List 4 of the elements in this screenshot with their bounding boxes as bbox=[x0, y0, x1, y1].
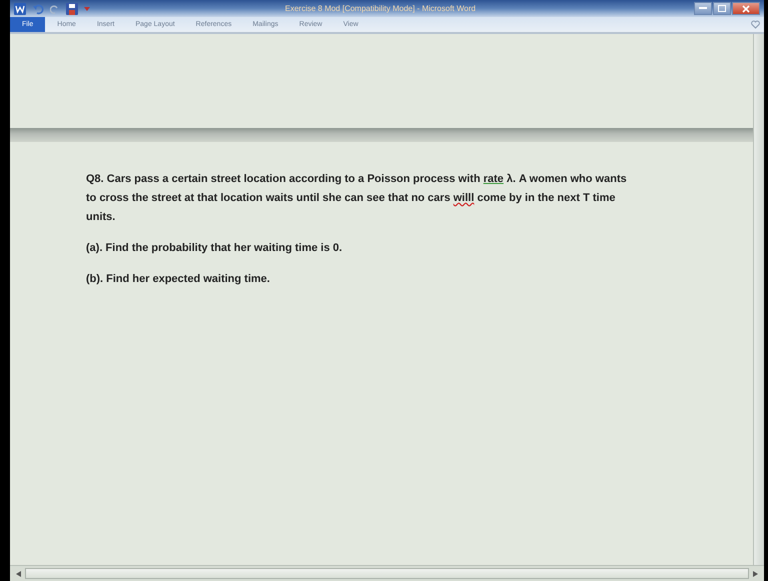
paragraph: Q8. Cars pass a certain street location according to a Poisson process with rate λ. A women who wants to cross the street at that location waits until she can see that no cars willl come by in the next T time units. bbox=[86, 172, 628, 225]
paragraph: (a). Find the probability that her waiting time is 0. bbox=[86, 241, 344, 256]
window-title: Exercise 8 Mod [Compatibility Mode] - Microsoft Word bbox=[285, 4, 476, 13]
paragraph: (b). Find her expected waiting time. bbox=[86, 272, 271, 287]
